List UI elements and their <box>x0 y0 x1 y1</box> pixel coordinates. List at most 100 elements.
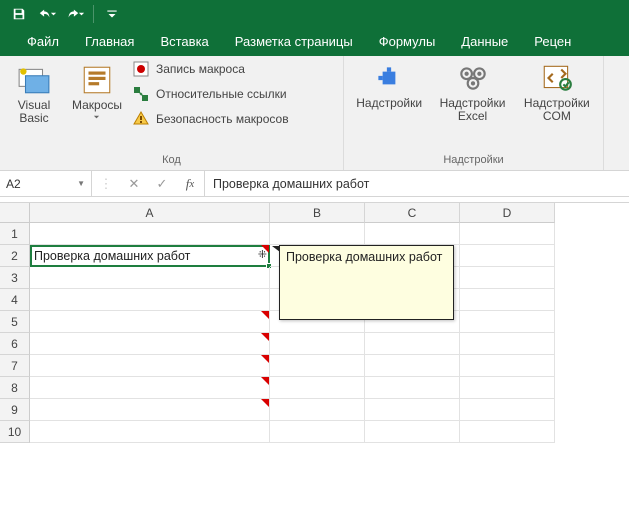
col-header-a[interactable]: A <box>30 203 270 223</box>
comment-marker-icon <box>261 399 269 407</box>
row-header[interactable]: 2 <box>0 245 30 267</box>
grid-row: 6 <box>0 333 629 355</box>
comment-marker-icon <box>261 333 269 341</box>
row-header[interactable]: 6 <box>0 333 30 355</box>
addins-button[interactable]: Надстройки <box>350 58 428 110</box>
row-header[interactable]: 4 <box>0 289 30 311</box>
cell-D10[interactable] <box>460 421 555 443</box>
comment-marker-icon <box>261 245 269 253</box>
row-header[interactable]: 1 <box>0 223 30 245</box>
cell-C10[interactable] <box>365 421 460 443</box>
cancel-button[interactable]: ✕ <box>120 176 148 192</box>
cell-D9[interactable] <box>460 399 555 421</box>
tab-review[interactable]: Рецен <box>521 28 584 56</box>
visual-basic-button[interactable]: Visual Basic <box>6 60 62 125</box>
cell-B1[interactable] <box>270 223 365 245</box>
excel-addins-label: Надстройки Excel <box>440 97 506 123</box>
comment-text: Проверка домашних работ <box>286 250 442 264</box>
cell-B6[interactable] <box>270 333 365 355</box>
redo-button[interactable] <box>62 2 88 26</box>
customize-qat-icon[interactable] <box>99 2 125 26</box>
record-macro-label: Запись макроса <box>156 62 245 76</box>
col-header-c[interactable]: C <box>365 203 460 223</box>
grid-row: 8 <box>0 377 629 399</box>
cell-C6[interactable] <box>365 333 460 355</box>
tab-insert[interactable]: Вставка <box>147 28 221 56</box>
cell-C9[interactable] <box>365 399 460 421</box>
cell-D1[interactable] <box>460 223 555 245</box>
cell-D5[interactable] <box>460 311 555 333</box>
cell-D4[interactable] <box>460 289 555 311</box>
cell-A7[interactable] <box>30 355 270 377</box>
macros-label: Макросы <box>72 99 122 112</box>
grid-row: 7 <box>0 355 629 377</box>
grid-row: 1 <box>0 223 629 245</box>
title-bar <box>0 0 629 28</box>
tab-formulas[interactable]: Формулы <box>366 28 449 56</box>
record-macro-button[interactable]: Запись макроса <box>132 60 289 78</box>
tab-layout[interactable]: Разметка страницы <box>222 28 366 56</box>
cell-A8[interactable] <box>30 377 270 399</box>
cell-B8[interactable] <box>270 377 365 399</box>
cell-D8[interactable] <box>460 377 555 399</box>
cell-A5[interactable] <box>30 311 270 333</box>
formula-bar-spacer: ⋮ <box>92 176 120 192</box>
cell-D2[interactable] <box>460 245 555 267</box>
code-group-label: Код <box>0 154 343 170</box>
fx-button[interactable]: fx <box>176 176 204 192</box>
name-box-value: A2 <box>6 177 21 191</box>
tab-data[interactable]: Данные <box>448 28 521 56</box>
comment-marker-icon <box>261 377 269 385</box>
tab-home[interactable]: Главная <box>72 28 147 56</box>
ribbon: Visual Basic Макросы Запись макроса Отно… <box>0 56 629 171</box>
comment-marker-icon <box>261 311 269 319</box>
grid-row: 9 <box>0 399 629 421</box>
relative-refs-button[interactable]: Относительные ссылки <box>132 85 289 103</box>
cell-C1[interactable] <box>365 223 460 245</box>
cell-B7[interactable] <box>270 355 365 377</box>
macro-security-label: Безопасность макросов <box>156 112 289 126</box>
com-addins-label: Надстройки COM <box>524 97 590 123</box>
formula-input[interactable]: Проверка домашних работ <box>205 171 629 196</box>
name-box[interactable]: A2 ▼ <box>0 171 92 196</box>
enter-button[interactable]: ✓ <box>148 176 176 192</box>
row-header[interactable]: 7 <box>0 355 30 377</box>
cell-D6[interactable] <box>460 333 555 355</box>
cell-B9[interactable] <box>270 399 365 421</box>
cell-C8[interactable] <box>365 377 460 399</box>
select-all-corner[interactable] <box>0 203 30 223</box>
grid-row: 10 <box>0 421 629 443</box>
row-header[interactable]: 8 <box>0 377 30 399</box>
ribbon-tabs: Файл Главная Вставка Разметка страницы Ф… <box>0 28 629 56</box>
cell-A1[interactable] <box>30 223 270 245</box>
macros-button[interactable]: Макросы <box>62 60 132 121</box>
col-header-b[interactable]: B <box>270 203 365 223</box>
chevron-down-icon: ▼ <box>77 179 85 188</box>
cell-A4[interactable] <box>30 289 270 311</box>
tab-file[interactable]: Файл <box>14 28 72 56</box>
cell-D3[interactable] <box>460 267 555 289</box>
addins-group-label: Надстройки <box>344 154 603 170</box>
excel-addins-button[interactable]: Надстройки Excel <box>432 58 512 123</box>
row-header[interactable]: 10 <box>0 421 30 443</box>
cell-D7[interactable] <box>460 355 555 377</box>
formula-bar-buttons: ⋮ ✕ ✓ fx <box>92 171 205 196</box>
undo-button[interactable] <box>34 2 60 26</box>
cell-A6[interactable] <box>30 333 270 355</box>
cell-C7[interactable] <box>365 355 460 377</box>
macro-security-button[interactable]: Безопасность макросов <box>132 110 289 128</box>
cell-B10[interactable] <box>270 421 365 443</box>
com-addins-button[interactable]: Надстройки COM <box>517 58 597 123</box>
row-header[interactable]: 5 <box>0 311 30 333</box>
row-header[interactable]: 9 <box>0 399 30 421</box>
row-header[interactable]: 3 <box>0 267 30 289</box>
cell-A10[interactable] <box>30 421 270 443</box>
col-header-d[interactable]: D <box>460 203 555 223</box>
cell-A9[interactable] <box>30 399 270 421</box>
save-icon[interactable] <box>6 2 32 26</box>
cell-A3[interactable] <box>30 267 270 289</box>
formula-bar: A2 ▼ ⋮ ✕ ✓ fx Проверка домашних работ <box>0 171 629 197</box>
relative-refs-label: Относительные ссылки <box>156 87 287 101</box>
comment-popup: Проверка домашних работ <box>279 245 454 320</box>
cell-A2[interactable]: Проверка домашних работ⁜ <box>30 245 270 267</box>
